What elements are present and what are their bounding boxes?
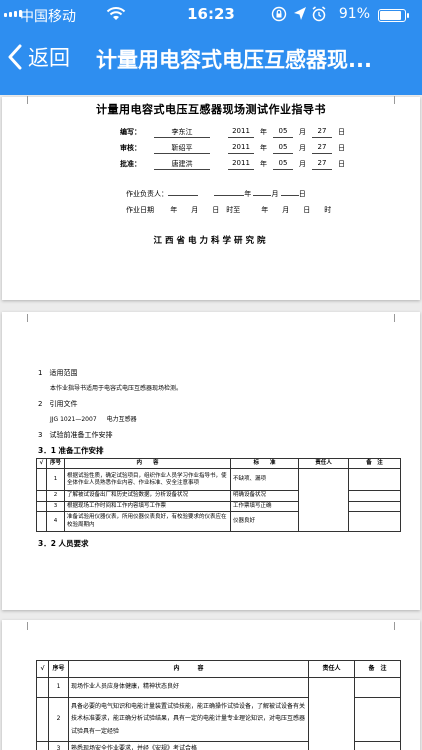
leader-line: 作业负责人： 年 月 日 [126,190,306,198]
location-icon [294,7,306,20]
date-line: 作业日期 年 月 日 时至 年 月 日 时 [126,206,332,214]
battery-percent: 91% [338,6,370,22]
table-row: 1 现场作业人员应身体健康，精神状态良好 [36,677,401,750]
sign-row-reviewer: 审核： 靳绍平 2011 年 05 月 27 日 [120,143,345,154]
section-1-text: 本作业指导书适用于电容式电压互感器现场检测。 [50,385,183,392]
table-header-row: √ 序号内 容 标 准责任人备 注 [36,457,401,470]
sign-row-approver: 批准： 唐建洪 2011 年 05 月 27 日 [120,159,345,170]
reference-item: JJG 1021—2007 电力互感器 [50,416,137,423]
table-row: 1 根据试验性质，确定试验项目，组织作业人员学习作业指导书，使全体作业人员熟悉作业… [36,468,401,533]
table-header-row: √ 序号内 容 责任人备 注 [36,660,401,678]
document-page-3[interactable]: √ 序号内 容 责任人备 注 1 现场作业人员应身体健康，精神状态良好 2 具备必要的… [2,620,420,750]
chevron-left-icon [8,44,22,70]
nav-bar: 返回 计量用电容式电压互感器现... [0,30,422,90]
top-bar: 中国移动 16:23 91% 返回 计量用电容式电压互感器现... [0,0,422,95]
sign-row-author: 编写： 李东江 2011 年 05 月 27 日 [120,127,345,138]
section-2-heading: 2 引用文件 [38,400,78,408]
back-button[interactable]: 返回 [8,40,70,74]
document-page-1[interactable]: 计量用电容式电压互感器现场测试作业指导书 编写： 李东江 2011 年 05 月 2… [2,96,420,300]
institute-name: 江西省电力科学研究院 [153,236,269,246]
section-3-heading: 3 试验前准备工作安排 [38,431,113,439]
status-bar: 中国移动 16:23 91% [0,0,422,30]
page-title: 计量用电容式电压互感器现... [96,48,372,72]
preparation-table: √ 序号内 容 标 准责任人备 注 1 根据试验性质，确定试验项目，组织作业人员学习… [36,457,401,533]
document-title: 计量用电容式电压互感器现场测试作业指导书 [96,103,326,116]
section-3-1-heading: 3．1 准备工作安排 [38,446,104,455]
back-label: 返回 [28,46,70,70]
orientation-lock-icon [271,6,287,22]
personnel-table: √ 序号内 容 责任人备 注 1 现场作业人员应身体健康，精神状态良好 2 具备必要的… [36,660,401,750]
section-1-heading: 1 适用范围 [38,369,78,377]
section-3-2-heading: 3．2 人员要求 [38,539,89,548]
document-page-2[interactable]: 1 适用范围 本作业指导书适用于电容式电压互感器现场检测。 2 引用文件 JJG… [2,312,420,610]
battery-icon [378,9,409,22]
alarm-icon [312,6,326,22]
